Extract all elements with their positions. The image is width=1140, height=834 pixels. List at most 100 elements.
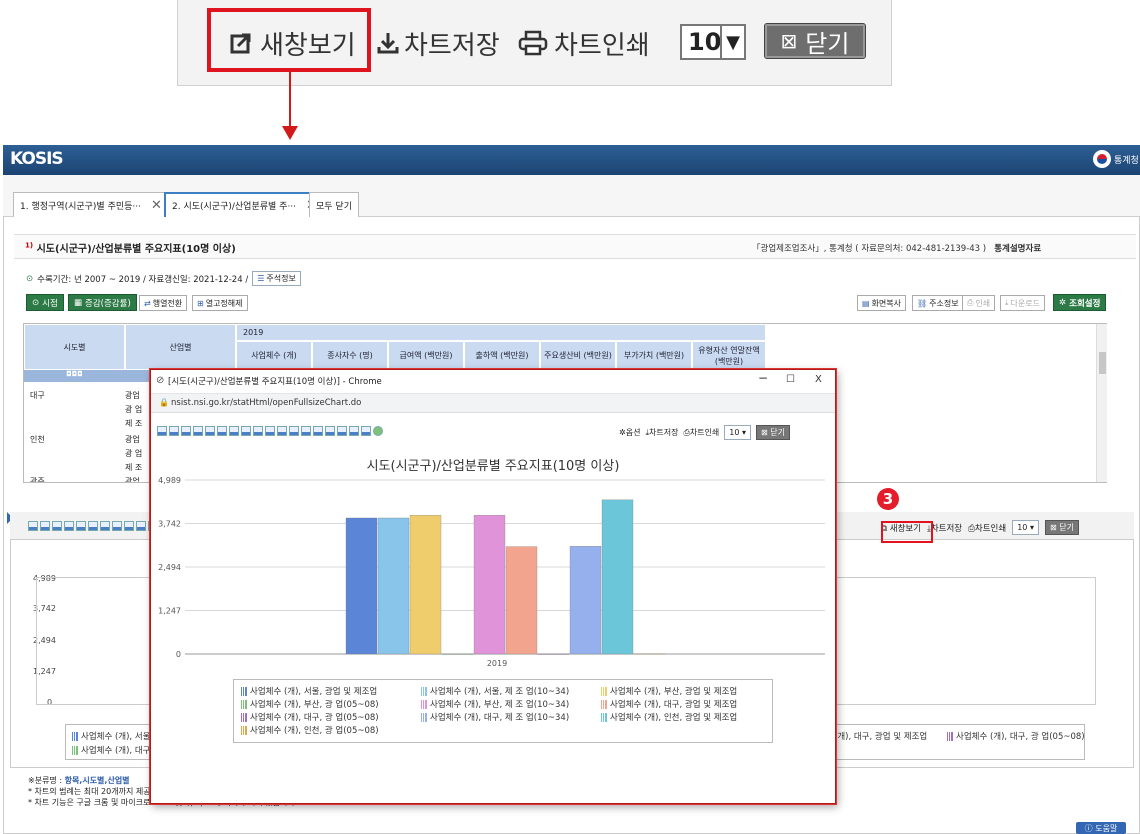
- lock-icon: 🔒: [159, 398, 169, 407]
- download-icon: ⤓: [1005, 298, 1009, 307]
- legend-label: 사업체수 (개), 서울, 제 조 업(10~34): [430, 687, 570, 697]
- chart-bar[interactable]: [377, 517, 410, 655]
- legend-item[interactable]: 사업체수 (개), 서울, 광업 및 제조업: [240, 685, 377, 697]
- notes-info-button[interactable]: ☰ 주석정보: [252, 271, 301, 286]
- close-tab-icon[interactable]: ✕: [151, 198, 162, 213]
- window-title: [시도(시군구)/산업분류별 주요지표(10명 이상)] - Chrome: [168, 377, 382, 387]
- header-col: 사업체수 (개): [236, 341, 312, 370]
- switch-icon: ⇄: [144, 298, 151, 308]
- unfix-column-button[interactable]: ⊞ 열고정해제: [192, 295, 248, 311]
- screen-copy-button[interactable]: ▤ 화면복사: [857, 295, 907, 311]
- header-year: 2019: [236, 324, 766, 341]
- fix-icon: ⊞: [197, 298, 204, 308]
- legend-item[interactable]: 사업체수 (개), 서울, 제 조 업(10~34): [420, 685, 569, 697]
- legend-item[interactable]: 사업체수 (개), 대구, 제 조 업(10~34): [420, 711, 569, 723]
- industry-cell: 광 업: [125, 405, 143, 414]
- chart-bar[interactable]: [473, 515, 506, 655]
- highlight-box: [881, 521, 933, 543]
- chart-legend: 사업체수 (개), 서울, 광업 및 제조업 사업체수 (개), 서울, 제 조 …: [233, 679, 773, 743]
- tab-resident-population[interactable]: 1. 행정구역(시군구)별 주민등··· ✕: [13, 192, 169, 217]
- stat-description-link[interactable]: 통계설명자료: [994, 244, 1041, 254]
- print-chart-button[interactable]: ⎙차트인쇄: [968, 522, 1006, 534]
- chart-count-select[interactable]: 10 ▾: [724, 425, 752, 440]
- download-button[interactable]: ⤓ 다운로드: [1000, 295, 1045, 311]
- y-tick-label: 3,742: [158, 519, 181, 528]
- chart-type-icons[interactable]: [28, 521, 158, 531]
- chart-bar[interactable]: [409, 515, 442, 655]
- region-cell: 대구: [30, 391, 45, 400]
- chart-type-icons[interactable]: [157, 426, 383, 436]
- print-chart-button[interactable]: ⎙차트인쇄: [683, 427, 719, 438]
- legend-item[interactable]: 사업체수 (개), 부산, 광 업(05~08): [240, 698, 379, 710]
- timepoint-button[interactable]: ⊙ 시점: [26, 294, 64, 311]
- gear-icon: ✲: [1059, 297, 1067, 308]
- maximize-button[interactable]: ☐: [786, 374, 795, 385]
- chart-bar[interactable]: [505, 546, 538, 655]
- row-col-switch-button[interactable]: ⇄ 행열전환: [139, 295, 188, 311]
- chart-count-select[interactable]: 10 ▼: [680, 24, 746, 60]
- close-box-icon: ⊠: [761, 428, 768, 437]
- industry-cell: 제 조: [125, 463, 143, 472]
- legend-item[interactable]: 사업체수 (개), 대구, 광 업(05~08): [240, 711, 379, 723]
- legend-label: 사업체수 (개), 인천, 광 업(05~08): [250, 726, 379, 736]
- window-close-button[interactable]: X: [815, 374, 822, 385]
- header-col: 종사자수 (명): [312, 341, 388, 370]
- app-header: [3, 145, 1140, 175]
- minimize-button[interactable]: −: [758, 371, 768, 385]
- chart-bar[interactable]: [345, 517, 378, 655]
- gear-icon: ✲: [619, 428, 626, 437]
- save-chart-button[interactable]: ⤓차트저장: [645, 427, 678, 438]
- bar-chart-icon: [240, 725, 247, 735]
- table-scrollbar[interactable]: [1096, 324, 1107, 482]
- help-button[interactable]: ⓘ 도움말: [1076, 822, 1126, 834]
- bar-chart-icon: [240, 699, 247, 709]
- clock-icon: ⊙: [26, 273, 34, 284]
- printer-icon: ⎙: [967, 298, 974, 307]
- callout-arrow: [289, 72, 291, 130]
- print-chart-button[interactable]: 차트인쇄: [518, 22, 650, 64]
- bar-chart-icon: [240, 712, 247, 722]
- kosis-logo[interactable]: KOSIS: [10, 149, 64, 169]
- header-region[interactable]: 시도별: [24, 324, 125, 370]
- y-tick-label: 1,247: [158, 607, 181, 616]
- legend-label: 사업체수 (개), 부산, 제 조 업(10~34): [430, 700, 570, 710]
- scroll-thumb[interactable]: [1099, 352, 1106, 374]
- legend-label: 사업체수 (개), 대구, 제 조 업(10~34): [430, 713, 570, 723]
- url-info-button[interactable]: ⛓ 주소정보: [912, 295, 964, 311]
- tab-strip: 1. 행정구역(시군구)별 주민등··· ✕ 2. 시도(시군구)/산업분류별 주…: [3, 175, 1140, 217]
- legend-item[interactable]: 사업체수 (개), 부산, 광업 및 제조업: [600, 685, 737, 697]
- x-tick-label: 2019: [487, 659, 507, 668]
- close-chart-button[interactable]: ⊠ 닫기: [1044, 520, 1079, 535]
- legend-item[interactable]: 사업체수 (개), 인천, 광업 및 제조업: [600, 711, 737, 723]
- toggle-icons: ◘◘◘: [66, 370, 83, 378]
- legend-label: 사업체수 (개), 대구, 광업 및 제조업: [610, 700, 738, 710]
- change-rate-button[interactable]: ▦ 증감(증감률): [68, 294, 137, 311]
- close-chart-button[interactable]: ⊠ 닫기: [756, 425, 791, 440]
- chart-bar[interactable]: [537, 653, 570, 655]
- chart-bar[interactable]: [601, 499, 634, 655]
- header-industry[interactable]: 산업별: [125, 324, 236, 370]
- bar-chart-icon: [420, 686, 427, 696]
- chart-count-select[interactable]: 10 ▾: [1012, 520, 1039, 535]
- link-icon: ⛓: [917, 298, 928, 308]
- chart-bar[interactable]: [441, 653, 474, 655]
- url-text[interactable]: nsist.nsi.go.kr/statHtml/openFullsizeCha…: [171, 398, 361, 408]
- chart-bar[interactable]: [633, 653, 666, 655]
- bar-chart-icon: [600, 712, 607, 722]
- save-chart-button[interactable]: 차트저장: [376, 22, 500, 64]
- tab-mining-manufacturing[interactable]: 2. 시도(시군구)/산업분류별 주···✕: [164, 192, 325, 217]
- close-chart-button[interactable]: ⊠ 닫기: [764, 23, 866, 59]
- query-settings-button[interactable]: ✲ 조회설정: [1053, 294, 1107, 311]
- help-icon: ⓘ: [1084, 823, 1093, 833]
- industry-cell: 광업: [125, 391, 140, 400]
- legend-item[interactable]: 사업체수 (개), 대구, 광업 및 제조업: [600, 698, 737, 710]
- chart-bar[interactable]: [569, 546, 602, 655]
- legend-item[interactable]: 사업체수 (개), 인천, 광 업(05~08): [240, 724, 379, 736]
- bar-chart-icon: [420, 712, 427, 722]
- bar-chart-icon: [600, 686, 607, 696]
- print-button[interactable]: ⎙ 인쇄: [962, 295, 996, 311]
- close-all-tabs-button[interactable]: 모두 닫기: [309, 192, 359, 217]
- legend-item[interactable]: 사업체수 (개), 부산, 제 조 업(10~34): [420, 698, 569, 710]
- options-button[interactable]: ✲옵션: [619, 427, 640, 438]
- y-tick-label: 4,989: [158, 476, 181, 485]
